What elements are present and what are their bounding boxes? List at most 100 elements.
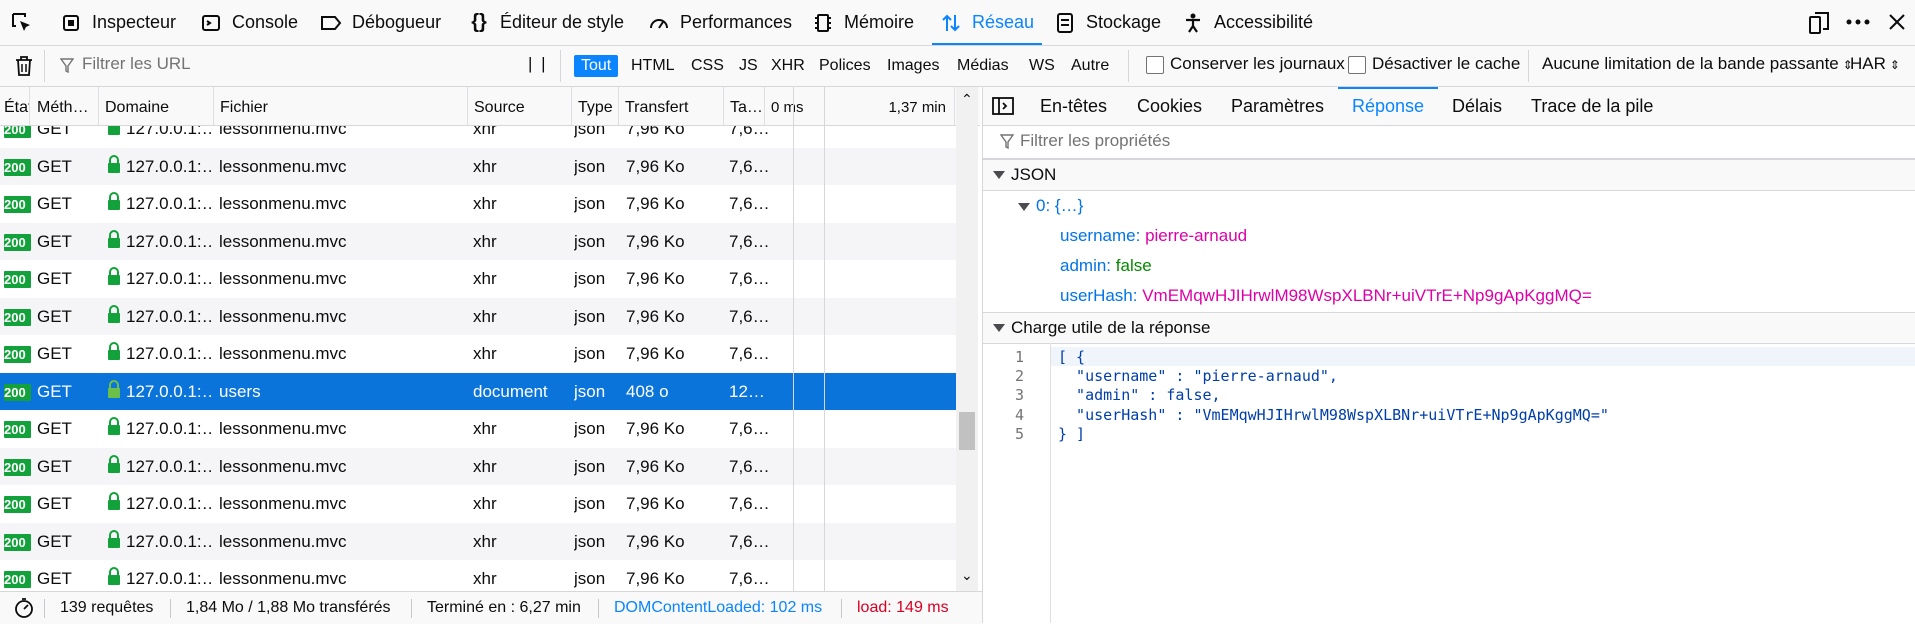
tab-performances[interactable]: Performances <box>648 0 792 45</box>
select-arrows-icon: ⇕ <box>1889 58 1900 72</box>
lock-icon <box>106 410 122 448</box>
filter-medias[interactable]: Médias <box>950 55 1016 77</box>
col-header-type[interactable]: Type <box>572 87 619 125</box>
properties-filter-input[interactable]: Filtrer les propriétés <box>1020 131 1170 151</box>
filter-images[interactable]: Images <box>880 55 946 77</box>
json-prop-userhash[interactable]: userHash: VmEMqwHJIHrwlM98WspXLBNr+uiVTr… <box>1060 286 1592 306</box>
filter-ws[interactable]: WS <box>1022 55 1062 77</box>
table-row[interactable]: 200 GET 127.0.0.1:… lessonmenu.mvc xhr json 7,… <box>0 447 956 485</box>
json-prop-admin[interactable]: admin: false <box>1060 256 1152 276</box>
filter-xhr[interactable]: XHR <box>764 55 812 77</box>
col-header-etat[interactable]: État <box>0 87 30 125</box>
cell-source: xhr <box>473 419 497 438</box>
table-row[interactable]: 200 GET 127.0.0.1:… lessonmenu.mvc xhr json 7,… <box>0 147 956 185</box>
disable-cache-checkbox[interactable] <box>1348 56 1366 74</box>
persist-logs-checkbox[interactable] <box>1146 56 1164 74</box>
filter-tout[interactable]: Tout <box>574 55 619 77</box>
pause-icon[interactable]: | | <box>528 54 548 74</box>
scroll-up-icon[interactable]: ⌃ <box>961 91 973 108</box>
table-row[interactable]: 200 GET 127.0.0.1:… lessonmenu.mvc xhr json 7,… <box>0 560 956 591</box>
waterfall-gridline <box>793 87 794 591</box>
throttling-select[interactable]: Aucune limitation de la bande passante ⇕ <box>1542 54 1853 74</box>
har-menu[interactable]: HAR ⇕ <box>1850 54 1900 74</box>
col-header-taille[interactable]: Ta… <box>724 87 765 125</box>
disable-cache-label[interactable]: Désactiver le cache <box>1372 54 1520 74</box>
tab-accessibilite[interactable]: Accessibilité <box>1182 0 1313 45</box>
toggle-sidebar-icon[interactable] <box>992 96 1014 116</box>
tab-en-tetes[interactable]: En-têtes <box>1040 87 1107 125</box>
filter-autre[interactable]: Autre <box>1064 55 1116 77</box>
close-icon[interactable] <box>1888 13 1906 31</box>
more-options-icon[interactable] <box>1846 19 1870 25</box>
divider <box>1528 50 1529 82</box>
filter-polices[interactable]: Polices <box>812 55 878 77</box>
cell-source: xhr <box>473 156 497 176</box>
tab-editeur-de-style[interactable]: {} Éditeur de style <box>468 0 624 45</box>
table-row[interactable]: 200 GET 127.0.0.1:… lessonmenu.mvc xhr json 7,… <box>0 185 956 223</box>
table-row[interactable]: 200 GET 127.0.0.1:… users document json 408 o 1… <box>0 372 956 410</box>
json-section-header[interactable]: JSON <box>983 159 1915 191</box>
tab-reseau[interactable]: Réseau <box>932 0 1043 45</box>
code-line: "username" : "pierre-arnaud", <box>1058 367 1338 386</box>
tab-reponse[interactable]: Réponse <box>1338 87 1439 125</box>
performance-analysis-icon[interactable] <box>14 598 34 618</box>
cell-size: 12… <box>729 381 765 401</box>
tab-console[interactable]: Console <box>200 0 298 45</box>
cell-file: lessonmenu.mvc <box>219 456 347 476</box>
table-row[interactable]: 200 GET 127.0.0.1:… lessonmenu.mvc xhr json 7,… <box>0 126 956 148</box>
request-list-scrollbar[interactable]: ⌃ ⌄ <box>956 87 978 591</box>
payload-section-header[interactable]: Charge utile de la réponse <box>983 312 1915 344</box>
json-root-node[interactable]: 0: {…} <box>1036 196 1083 216</box>
line-number: 2 <box>1014 367 1024 386</box>
tab-stockage[interactable]: Stockage <box>1054 0 1161 45</box>
cell-method: GET <box>37 156 72 176</box>
status-badge: 200 <box>4 233 31 251</box>
table-row[interactable]: 200 GET 127.0.0.1:… lessonmenu.mvc xhr json 7,… <box>0 335 956 373</box>
lock-icon <box>106 223 122 261</box>
tab-debogueur[interactable]: Débogueur <box>320 0 441 45</box>
scroll-thumb[interactable] <box>959 412 975 450</box>
cell-file: lessonmenu.mvc <box>219 269 347 288</box>
cell-size: 7,6… <box>729 231 770 251</box>
persist-logs-label[interactable]: Conserver les journaux <box>1170 54 1345 74</box>
table-row[interactable]: 200 GET 127.0.0.1:… lessonmenu.mvc xhr json 7,… <box>0 297 956 335</box>
filter-js[interactable]: JS <box>732 55 765 77</box>
cell-file: lessonmenu.mvc <box>219 231 347 251</box>
cell-method: GET <box>37 126 72 138</box>
cell-transfer: 7,96 Ko <box>626 231 685 251</box>
cell-type: json <box>574 194 606 213</box>
col-header-transfert[interactable]: Transfert <box>619 87 724 125</box>
table-row[interactable]: 200 GET 127.0.0.1:… lessonmenu.mvc xhr json 7,… <box>0 485 956 523</box>
tab-memoire[interactable]: Mémoire <box>812 0 914 45</box>
col-header-domaine[interactable]: Domaine <box>99 87 214 125</box>
cell-transfer: 7,96 Ko <box>626 419 685 438</box>
url-filter-input[interactable]: Filtrer les URL <box>82 54 191 74</box>
tab-delais[interactable]: Délais <box>1452 87 1502 125</box>
properties-filter[interactable]: Filtrer les propriétés <box>983 126 1915 159</box>
scroll-down-icon[interactable]: ⌄ <box>961 567 973 584</box>
responsive-design-icon[interactable] <box>1808 11 1830 35</box>
lock-icon <box>106 126 122 148</box>
tab-cookies[interactable]: Cookies <box>1137 87 1202 125</box>
table-row[interactable]: 200 GET 127.0.0.1:… lessonmenu.mvc xhr json 7,… <box>0 222 956 261</box>
table-row[interactable]: 200 GET 127.0.0.1:… lessonmenu.mvc xhr json 7,… <box>0 522 956 560</box>
filter-css[interactable]: CSS <box>684 55 731 77</box>
expand-triangle-icon[interactable] <box>1018 203 1030 211</box>
cell-domain: 127.0.0.1:… <box>126 126 212 138</box>
waterfall-end-label: 1,37 min <box>888 99 946 116</box>
col-header-source[interactable]: Source <box>468 87 572 125</box>
element-picker-icon[interactable] <box>10 11 34 35</box>
tab-parametres[interactable]: Paramètres <box>1231 87 1324 125</box>
tab-label: Inspecteur <box>92 12 177 32</box>
table-row[interactable]: 200 GET 127.0.0.1:… lessonmenu.mvc xhr json 7,… <box>0 410 956 448</box>
clear-requests-icon[interactable] <box>14 55 34 77</box>
expand-triangle-icon <box>993 324 1005 332</box>
cell-type: json <box>574 269 606 288</box>
tab-trace-de-la-pile[interactable]: Trace de la pile <box>1531 87 1653 125</box>
json-prop-username[interactable]: username: pierre-arnaud <box>1060 226 1247 246</box>
col-header-methode[interactable]: Méth… <box>31 87 99 125</box>
table-row[interactable]: 200 GET 127.0.0.1:… lessonmenu.mvc xhr json 7,… <box>0 260 956 298</box>
col-header-fichier[interactable]: Fichier <box>214 87 468 125</box>
filter-html[interactable]: HTML <box>624 55 682 77</box>
tab-inspecteur[interactable]: Inspecteur <box>60 0 176 45</box>
